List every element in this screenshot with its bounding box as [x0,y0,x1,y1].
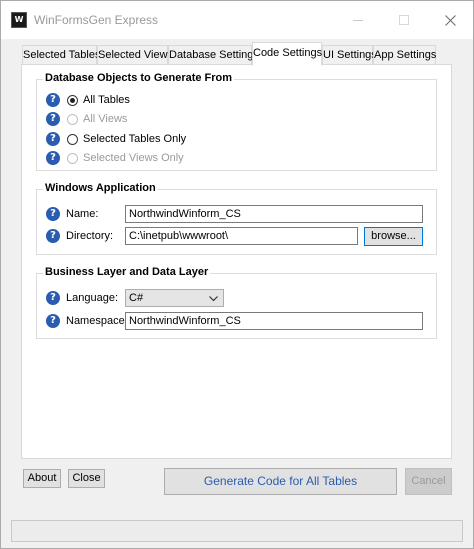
app-logo-icon: W [11,12,27,28]
maximize-icon [399,15,409,25]
selected-tables-only-radio[interactable] [67,134,78,145]
help-icon[interactable]: ? [46,151,60,165]
window-title: WinFormsGen Express [34,13,159,27]
language-label: Language: [66,292,118,304]
selected-views-only-radio[interactable] [67,153,78,164]
windows-application-group: Windows Application ? Name: NorthwindWin… [36,182,437,255]
help-icon[interactable]: ? [46,314,60,328]
tab-database-settings[interactable]: Database Settings [168,45,259,65]
about-button[interactable]: About [23,469,61,488]
directory-label: Directory: [66,230,114,242]
help-icon[interactable]: ? [46,132,60,146]
minimize-icon [353,19,363,21]
help-icon[interactable]: ? [46,291,60,305]
tab-code-settings[interactable]: Code Settings [252,42,322,66]
directory-field[interactable]: C:\inetpub\wwwroot\ [125,227,358,245]
close-window-button[interactable] [427,1,473,39]
status-bar [11,520,463,542]
namespace-field[interactable]: NorthwindWinform_CS [125,312,423,330]
close-icon [444,14,456,26]
business-layer-group-title: Business Layer and Data Layer [43,266,211,278]
close-button[interactable]: Close [68,469,105,488]
all-views-radio[interactable] [67,114,78,125]
tab-app-settings[interactable]: App Settings [373,45,436,65]
help-icon[interactable]: ? [46,112,60,126]
generate-code-button[interactable]: Generate Code for All Tables [164,468,397,495]
tab-ui-settings[interactable]: UI Settings [322,45,377,65]
all-tables-label[interactable]: All Tables [83,94,130,106]
windows-application-group-title: Windows Application [43,182,158,194]
selected-views-only-label[interactable]: Selected Views Only [83,152,184,164]
all-views-label[interactable]: All Views [83,113,127,125]
browse-button[interactable]: browse... [364,227,423,246]
app-window: W WinFormsGen Express Selected Tables Se… [0,0,474,549]
help-icon[interactable]: ? [46,93,60,107]
minimize-button[interactable] [335,1,381,39]
title-bar[interactable]: W WinFormsGen Express [1,1,473,39]
db-objects-group: Database Objects to Generate From ? All … [36,72,437,171]
language-select[interactable]: C# [125,289,224,307]
tab-selected-views[interactable]: Selected Views [97,45,173,65]
db-objects-group-title: Database Objects to Generate From [43,72,235,84]
all-tables-radio[interactable] [67,95,78,106]
cancel-button[interactable]: Cancel [405,468,452,495]
chevron-down-icon [209,291,218,307]
selected-tables-only-label[interactable]: Selected Tables Only [83,133,186,145]
app-name-label: Name: [66,208,99,220]
maximize-button[interactable] [381,1,427,39]
help-icon[interactable]: ? [46,207,60,221]
namespace-label: Namespace: [66,315,128,327]
language-select-value: C# [129,292,144,304]
business-layer-group: Business Layer and Data Layer ? Language… [36,266,437,339]
app-name-field[interactable]: NorthwindWinform_CS [125,205,423,223]
help-icon[interactable]: ? [46,229,60,243]
code-settings-panel: Database Objects to Generate From ? All … [21,64,452,459]
tab-selected-tables[interactable]: Selected Tables [22,45,100,65]
